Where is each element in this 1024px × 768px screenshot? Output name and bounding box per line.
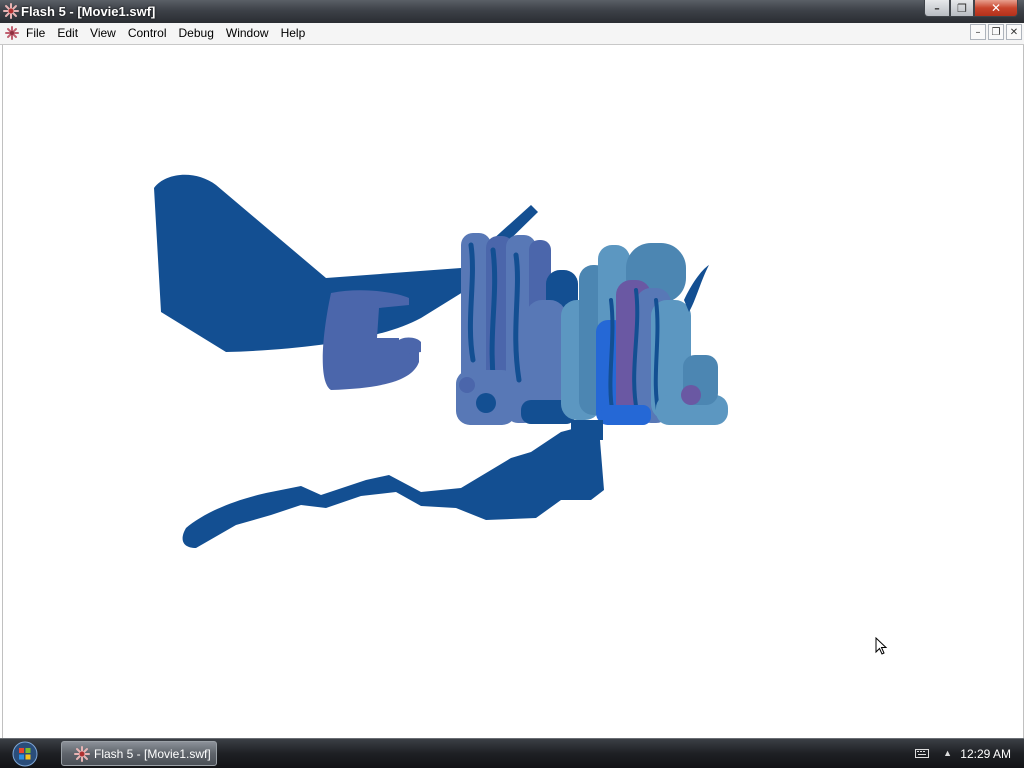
wing-shape (154, 174, 463, 352)
up-arrow-icon[interactable]: ▲ (943, 748, 952, 758)
taskbar-button-flash[interactable]: Flash 5 - [Movie1.swf] (61, 741, 217, 766)
mouse-cursor-icon (875, 637, 888, 655)
windows-start-orb-icon[interactable] (9, 740, 41, 768)
taskbar: Flash 5 - [Movie1.swf] ▲ 12:29 AM (0, 738, 1024, 768)
keyboard-icon[interactable] (915, 749, 929, 758)
movie-artwork (154, 174, 728, 548)
river-shape (182, 428, 604, 548)
flash-app-icon (74, 746, 90, 762)
right-cluster (561, 243, 728, 425)
taskbar-button-label: Flash 5 - [Movie1.swf] (94, 747, 211, 761)
movie-stage[interactable] (2, 45, 1024, 738)
clock[interactable]: 12:29 AM (960, 747, 1011, 761)
left-cluster (456, 233, 578, 425)
